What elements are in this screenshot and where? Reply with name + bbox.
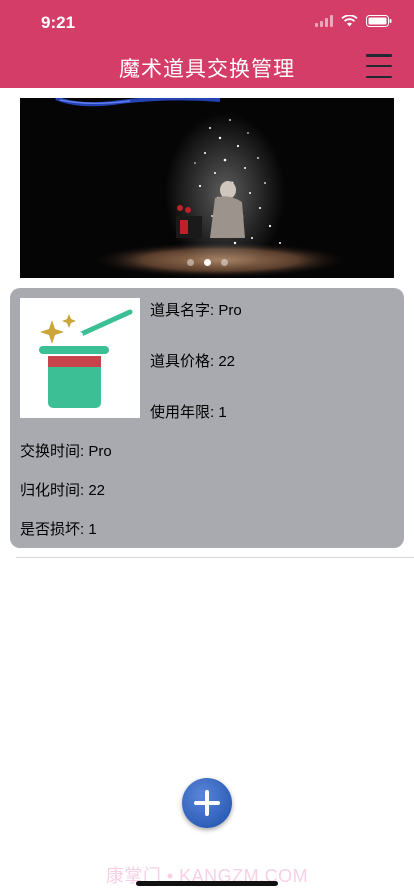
- magic-hat-icon: [39, 309, 133, 408]
- item-price: 道具价格: 22: [150, 353, 236, 370]
- banner-carousel[interactable]: [20, 98, 394, 278]
- return-time: 归化时间: 22: [20, 482, 106, 499]
- menu-button[interactable]: [366, 54, 392, 78]
- menu-line: [366, 64, 392, 68]
- item-image: [20, 298, 140, 418]
- status-time: 9:21: [41, 13, 76, 32]
- item-years: 使用年限: 1: [150, 404, 227, 421]
- item-card[interactable]: 道具名字: Pro 道具价格: 22 使用年限: 1 交换时间: Pro 归化时…: [10, 288, 404, 548]
- carousel-dot-active[interactable]: [203, 259, 211, 266]
- nav-bar: 魔术道具交换管理: [0, 44, 414, 88]
- carousel-dots[interactable]: [20, 259, 394, 266]
- menu-line: [366, 54, 392, 57]
- banner-image: [20, 98, 394, 278]
- carousel-dot[interactable]: [186, 259, 194, 266]
- list-divider: [16, 557, 414, 558]
- page-title: 魔术道具交换管理: [119, 58, 295, 81]
- damaged-status: 是否损坏: 1: [20, 521, 97, 538]
- battery-icon: [366, 15, 392, 27]
- wifi-icon: [341, 15, 358, 27]
- add-button[interactable]: [182, 778, 232, 828]
- carousel-dot[interactable]: [220, 259, 228, 266]
- home-indicator[interactable]: [136, 881, 278, 886]
- status-icons: [315, 15, 392, 27]
- status-bar: 9:21: [0, 0, 414, 44]
- signal-icon: [315, 15, 333, 27]
- exchange-time: 交换时间: Pro: [20, 443, 112, 460]
- item-name: 道具名字: Pro: [150, 302, 242, 319]
- menu-line: [366, 75, 392, 78]
